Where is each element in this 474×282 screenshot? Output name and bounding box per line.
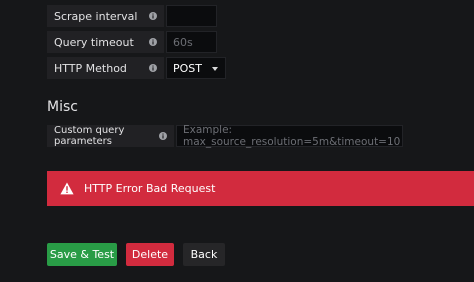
save-test-button[interactable]: Save & Test [47, 243, 117, 266]
custom-params-label: Custom query parameters [54, 125, 125, 147]
delete-button[interactable]: Delete [126, 243, 174, 266]
custom-params-input[interactable]: Example: max_source_resolution=5m&timeou… [176, 124, 403, 148]
error-alert: HTTP Error Bad Request [47, 171, 474, 206]
http-method-label: HTTP Method [54, 61, 127, 75]
custom-params-label-box: Custom query parameters [47, 125, 174, 147]
scrape-interval-label-box: Scrape interval [47, 5, 164, 27]
scrape-interval-input[interactable] [166, 5, 217, 27]
warning-icon [60, 182, 74, 195]
alert-message: HTTP Error Bad Request [84, 182, 216, 195]
info-icon[interactable] [148, 9, 158, 22]
query-timeout-label-box: Query timeout [47, 31, 164, 53]
query-timeout-label: Query timeout [54, 35, 134, 49]
info-icon[interactable] [148, 61, 158, 74]
query-timeout-input[interactable]: 60s [166, 31, 217, 53]
back-button[interactable]: Back [183, 243, 225, 266]
chevron-down-icon [212, 67, 218, 71]
info-icon[interactable] [148, 35, 158, 48]
http-method-label-box: HTTP Method [47, 57, 164, 79]
http-method-select[interactable]: POST [166, 57, 226, 79]
info-icon[interactable] [158, 129, 168, 142]
scrape-interval-label: Scrape interval [54, 9, 138, 23]
http-method-value: POST [173, 61, 202, 75]
misc-section-title: Misc [47, 99, 78, 115]
